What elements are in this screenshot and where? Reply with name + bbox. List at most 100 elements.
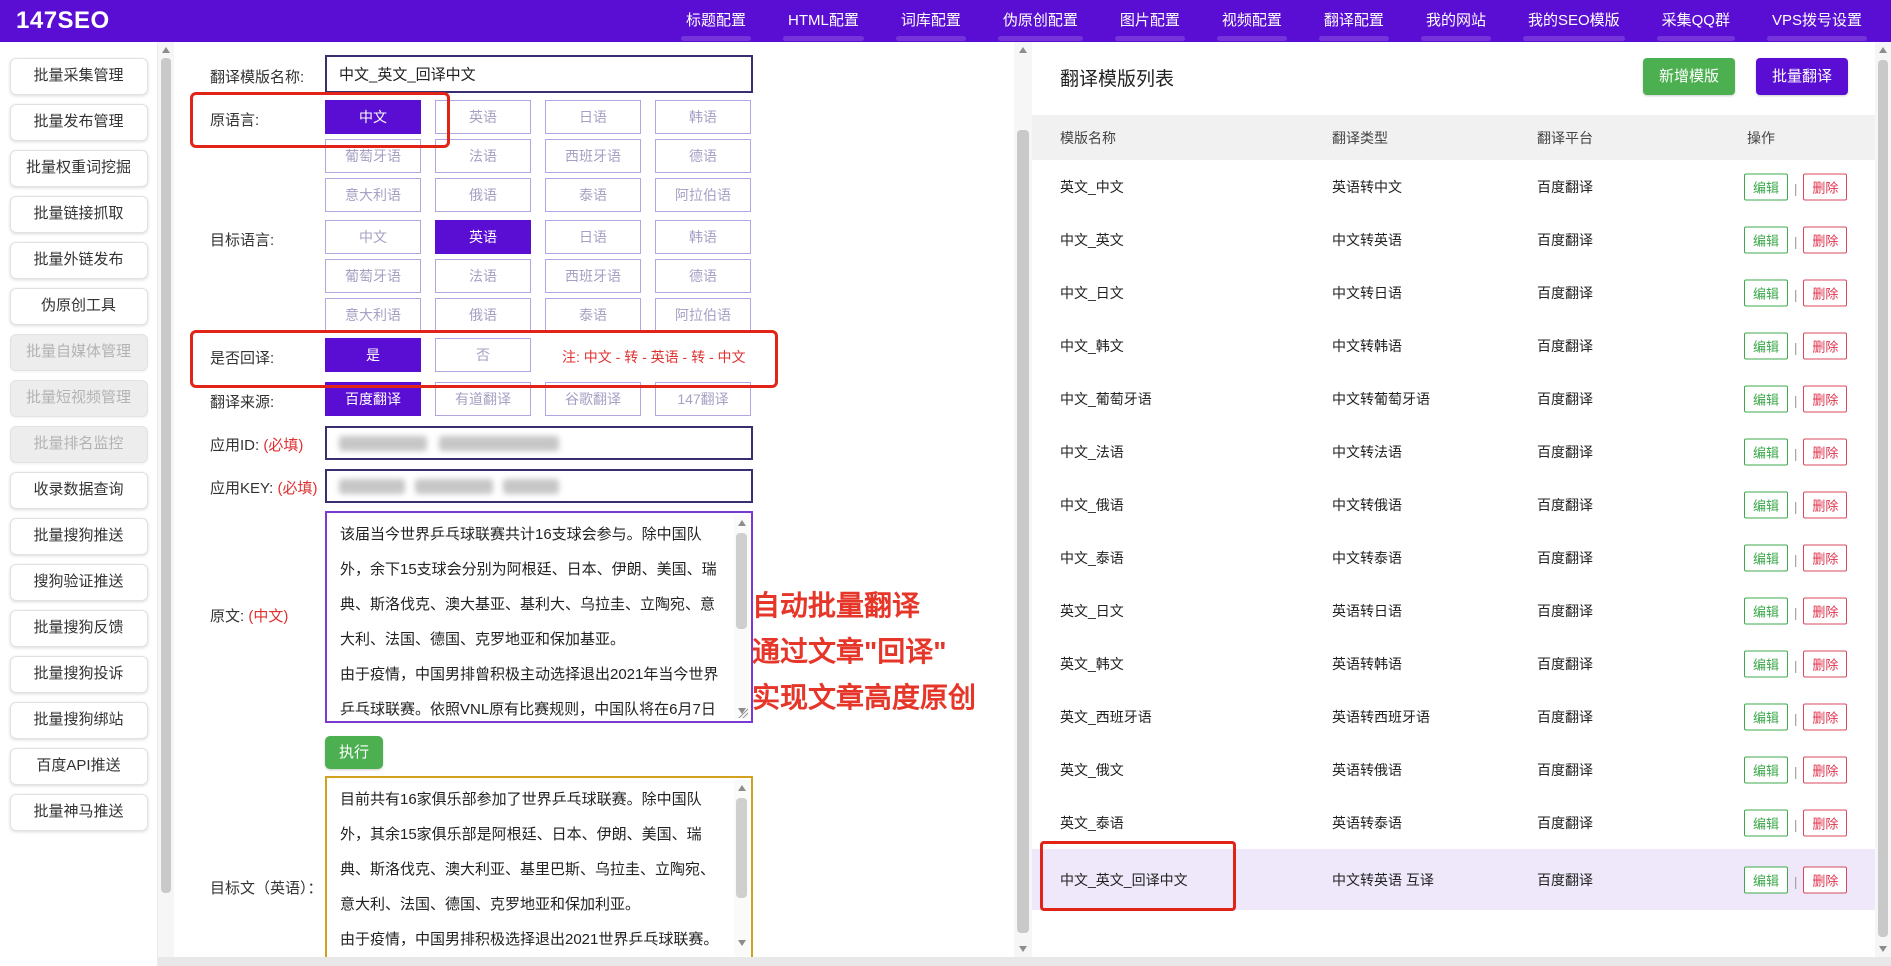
sidebar-item[interactable]: 收录数据查询 xyxy=(10,472,148,509)
table-row[interactable]: 中文_英文中文转英语百度翻译编辑|删除 xyxy=(1032,213,1875,266)
delete-button[interactable]: 删除 xyxy=(1803,173,1847,200)
table-row[interactable]: 英文_俄文英语转俄语百度翻译编辑|删除 xyxy=(1032,743,1875,796)
scroll-up-icon[interactable] xyxy=(738,785,746,791)
back-translate-option[interactable]: 否 xyxy=(435,338,531,372)
back-translate-option[interactable]: 是 xyxy=(325,338,421,372)
delete-button[interactable]: 删除 xyxy=(1803,866,1847,893)
edit-button[interactable]: 编辑 xyxy=(1744,279,1788,306)
source-text-area[interactable]: 该届当今世界乒乓球联赛共计16支球会参与。除中国队外，余下15支球会分别为阿根廷… xyxy=(325,511,753,723)
edit-button[interactable]: 编辑 xyxy=(1744,226,1788,253)
delete-button[interactable]: 删除 xyxy=(1803,597,1847,624)
delete-button[interactable]: 删除 xyxy=(1803,544,1847,571)
nav-item[interactable]: HTML配置 xyxy=(767,0,880,42)
source-language-option[interactable]: 俄语 xyxy=(435,178,531,212)
right-scrollbar[interactable] xyxy=(1875,42,1891,957)
scrollbar-thumb[interactable] xyxy=(736,798,747,898)
target-language-option[interactable]: 法语 xyxy=(435,259,531,293)
source-language-option[interactable]: 葡萄牙语 xyxy=(325,139,421,173)
source-language-option[interactable]: 中文 xyxy=(325,100,421,134)
nav-item[interactable]: 词库配置 xyxy=(880,0,982,42)
platform-option[interactable]: 百度翻译 xyxy=(325,382,421,416)
sidebar-item[interactable]: 批量神马推送 xyxy=(10,794,148,831)
target-language-option[interactable]: 意大利语 xyxy=(325,298,421,332)
scroll-down-icon[interactable] xyxy=(1879,946,1887,952)
textarea-scrollbar[interactable] xyxy=(734,780,749,956)
edit-button[interactable]: 编辑 xyxy=(1744,703,1788,730)
template-name-input[interactable]: 中文_英文_回译中文 xyxy=(325,55,753,93)
delete-button[interactable]: 删除 xyxy=(1803,438,1847,465)
table-row[interactable]: 英文_韩文英语转韩语百度翻译编辑|删除 xyxy=(1032,637,1875,690)
add-template-button[interactable]: 新增模版 xyxy=(1643,58,1735,95)
sidebar-item[interactable]: 批量发布管理 xyxy=(10,104,148,141)
source-language-option[interactable]: 德语 xyxy=(655,139,751,173)
batch-translate-button[interactable]: 批量翻译 xyxy=(1756,58,1848,95)
scroll-up-icon[interactable] xyxy=(738,520,746,526)
nav-item[interactable]: VPS拨号设置 xyxy=(1751,0,1883,42)
sidebar-item[interactable]: 百度API推送 xyxy=(10,748,148,785)
nav-item[interactable]: 我的SEO模版 xyxy=(1507,0,1641,42)
sidebar-item[interactable]: 伪原创工具 xyxy=(10,288,148,325)
nav-item[interactable]: 图片配置 xyxy=(1099,0,1201,42)
target-language-option[interactable]: 西班牙语 xyxy=(545,259,641,293)
source-language-option[interactable]: 阿拉伯语 xyxy=(655,178,751,212)
target-language-option[interactable]: 德语 xyxy=(655,259,751,293)
table-row[interactable]: 英文_中文英语转中文百度翻译编辑|删除 xyxy=(1032,160,1875,213)
edit-button[interactable]: 编辑 xyxy=(1744,173,1788,200)
edit-button[interactable]: 编辑 xyxy=(1744,756,1788,783)
table-row[interactable]: 中文_泰语中文转泰语百度翻译编辑|删除 xyxy=(1032,531,1875,584)
sidebar-item[interactable]: 批量外链发布 xyxy=(10,242,148,279)
source-language-option[interactable]: 韩语 xyxy=(655,100,751,134)
target-language-option[interactable]: 韩语 xyxy=(655,220,751,254)
scroll-down-icon[interactable] xyxy=(1019,946,1027,952)
source-language-option[interactable]: 法语 xyxy=(435,139,531,173)
source-language-option[interactable]: 意大利语 xyxy=(325,178,421,212)
edit-button[interactable]: 编辑 xyxy=(1744,332,1788,359)
table-row[interactable]: 英文_日文英语转日语百度翻译编辑|删除 xyxy=(1032,584,1875,637)
source-language-option[interactable]: 日语 xyxy=(545,100,641,134)
delete-button[interactable]: 删除 xyxy=(1803,809,1847,836)
nav-item[interactable]: 采集QQ群 xyxy=(1641,0,1751,42)
table-row[interactable]: 中文_英文_回译中文中文转英语 互译百度翻译编辑|删除 xyxy=(1032,849,1875,910)
delete-button[interactable]: 删除 xyxy=(1803,332,1847,359)
nav-item[interactable]: 标题配置 xyxy=(665,0,767,42)
sidebar-item[interactable]: 批量采集管理 xyxy=(10,58,148,95)
edit-button[interactable]: 编辑 xyxy=(1744,491,1788,518)
target-language-option[interactable]: 阿拉伯语 xyxy=(655,298,751,332)
delete-button[interactable]: 删除 xyxy=(1803,703,1847,730)
table-row[interactable]: 英文_西班牙语英语转西班牙语百度翻译编辑|删除 xyxy=(1032,690,1875,743)
scroll-up-icon[interactable] xyxy=(162,47,170,53)
source-language-option[interactable]: 英语 xyxy=(435,100,531,134)
middle-right-scrollbar[interactable] xyxy=(1014,42,1032,957)
edit-button[interactable]: 编辑 xyxy=(1744,866,1788,893)
delete-button[interactable]: 删除 xyxy=(1803,491,1847,518)
app-key-input[interactable] xyxy=(325,469,753,503)
delete-button[interactable]: 删除 xyxy=(1803,756,1847,783)
target-language-option[interactable]: 俄语 xyxy=(435,298,531,332)
delete-button[interactable]: 删除 xyxy=(1803,650,1847,677)
table-row[interactable]: 中文_法语中文转法语百度翻译编辑|删除 xyxy=(1032,425,1875,478)
table-row[interactable]: 中文_日文中文转日语百度翻译编辑|删除 xyxy=(1032,266,1875,319)
target-text-area[interactable]: 目前共有16家俱乐部参加了世界乒乓球联赛。除中国队外，其余15家俱乐部是阿根廷、… xyxy=(325,776,753,957)
platform-option[interactable]: 147翻译 xyxy=(655,382,751,416)
edit-button[interactable]: 编辑 xyxy=(1744,544,1788,571)
sidebar-item[interactable]: 批量权重词挖掘 xyxy=(10,150,148,187)
delete-button[interactable]: 删除 xyxy=(1803,385,1847,412)
middle-left-scrollbar[interactable] xyxy=(158,42,174,957)
target-language-option[interactable]: 泰语 xyxy=(545,298,641,332)
sidebar-item[interactable]: 批量链接抓取 xyxy=(10,196,148,233)
sidebar-item[interactable]: 批量搜狗反馈 xyxy=(10,610,148,647)
app-id-input[interactable] xyxy=(325,426,753,460)
target-language-option[interactable]: 中文 xyxy=(325,220,421,254)
resize-grip-icon[interactable] xyxy=(738,708,748,718)
edit-button[interactable]: 编辑 xyxy=(1744,385,1788,412)
edit-button[interactable]: 编辑 xyxy=(1744,597,1788,624)
nav-item[interactable]: 视频配置 xyxy=(1201,0,1303,42)
execute-button[interactable]: 执行 xyxy=(325,736,383,769)
nav-item[interactable]: 我的网站 xyxy=(1405,0,1507,42)
target-language-option[interactable]: 英语 xyxy=(435,220,531,254)
scrollbar-thumb[interactable] xyxy=(161,58,171,893)
edit-button[interactable]: 编辑 xyxy=(1744,438,1788,465)
table-row[interactable]: 中文_俄语中文转俄语百度翻译编辑|删除 xyxy=(1032,478,1875,531)
edit-button[interactable]: 编辑 xyxy=(1744,809,1788,836)
scroll-up-icon[interactable] xyxy=(1019,47,1027,53)
